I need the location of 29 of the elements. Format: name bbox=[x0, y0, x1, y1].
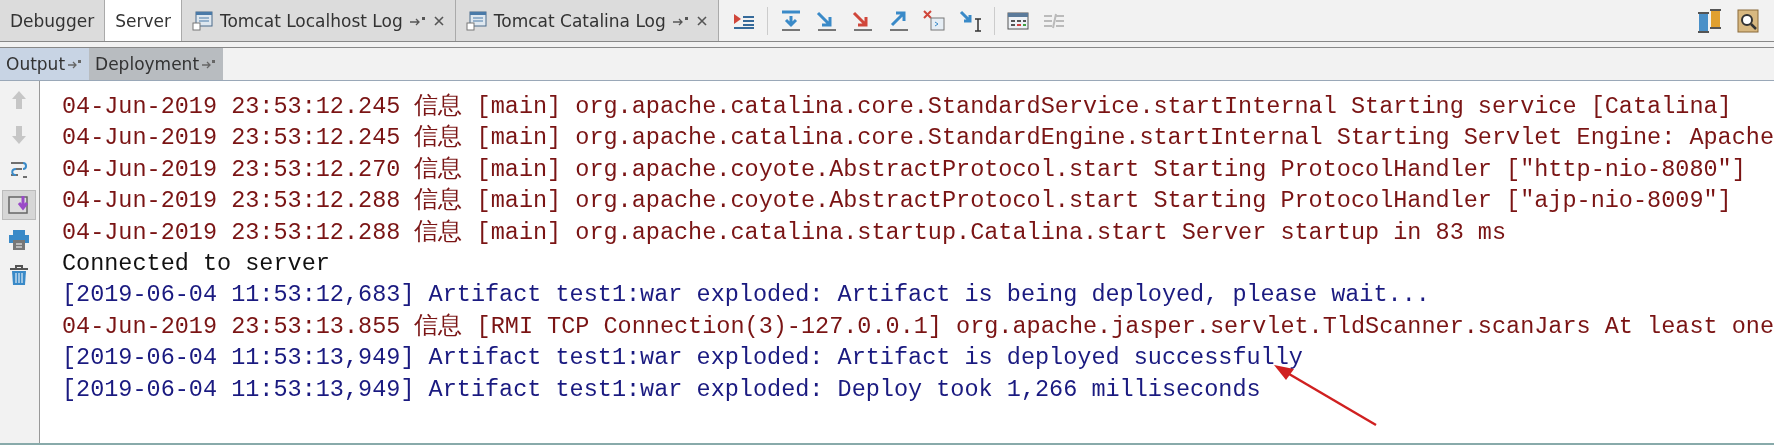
tab[interactable]: Deployment bbox=[89, 48, 224, 80]
log-line: 04-Jun-2019 23:53:12.270 信息 [main] org.apache.coyote.AbstractProtocol.start Starting ProtocolHandler ["http-nio-8080"] bbox=[61, 154, 1746, 185]
log-line: 04-Jun-2019 23:53:12.245 信息 [main] org.apache.catalina.core.StandardService.startInternal Starting service [Catalina] bbox=[61, 92, 1732, 122]
log-window-icon bbox=[465, 9, 488, 32]
log-line: 04-Jun-2019 23:53:13.855 信息 [RMI TCP Connection(3)-127.0.0.1] org.apache.jasper.servlet.TldScanner.scanJars At least one bbox=[61, 311, 1774, 342]
tab[interactable]: Tomcat Localhost Log bbox=[181, 0, 456, 41]
scroll-icon[interactable] bbox=[2, 190, 37, 220]
log-line: [2019-06-04 11:53:13,949] Artifact test1:war exploded: Artifact is deployed successfully bbox=[61, 343, 1303, 374]
log-window-icon bbox=[191, 9, 214, 32]
log-line: 04-Jun-2019 23:53:12.288 信息 [main] org.apache.coyote.AbstractProtocol.start Starting ProtocolHandler ["ajp-nio-8009"] bbox=[61, 186, 1732, 217]
close-icon[interactable] bbox=[695, 14, 708, 27]
tab[interactable]: Tomcat Catalina Log bbox=[455, 0, 719, 41]
run-to-cursor-icon[interactable] bbox=[957, 8, 984, 33]
tab[interactable]: Server bbox=[105, 0, 182, 41]
close-icon[interactable] bbox=[432, 14, 445, 27]
pin-icon[interactable] bbox=[67, 58, 84, 70]
pin-icon[interactable] bbox=[201, 58, 218, 70]
drop-frame-icon[interactable] bbox=[921, 8, 948, 33]
log-line: 04-Jun-2019 23:53:12.245 信息 [main] org.apache.catalina.core.StandardEngine.startInternal Starting Servlet Engine: Apache bbox=[61, 123, 1774, 154]
log-line: [2019-06-04 11:53:13,949] Artifact test1:war exploded: Deploy took 1,266 milliseconds bbox=[61, 374, 1261, 405]
log-line: Connected to server bbox=[61, 248, 330, 279]
pin-icon[interactable] bbox=[671, 14, 690, 27]
thread-spools-icon[interactable] bbox=[1696, 7, 1724, 34]
log-line: [2019-06-04 11:53:12,683] Artifact test1:war exploded: Artifact is being deployed, please wait... bbox=[61, 280, 1430, 311]
tab[interactable]: Output bbox=[0, 48, 90, 80]
tab[interactable]: Debugger bbox=[0, 0, 106, 41]
pin-icon[interactable] bbox=[408, 14, 427, 27]
log-line: 04-Jun-2019 23:53:12.288 信息 [main] org.apache.catalina.startup.Catalina.start Server startup in 83 ms bbox=[61, 217, 1507, 248]
magnifier-document-icon[interactable] bbox=[1734, 7, 1762, 34]
